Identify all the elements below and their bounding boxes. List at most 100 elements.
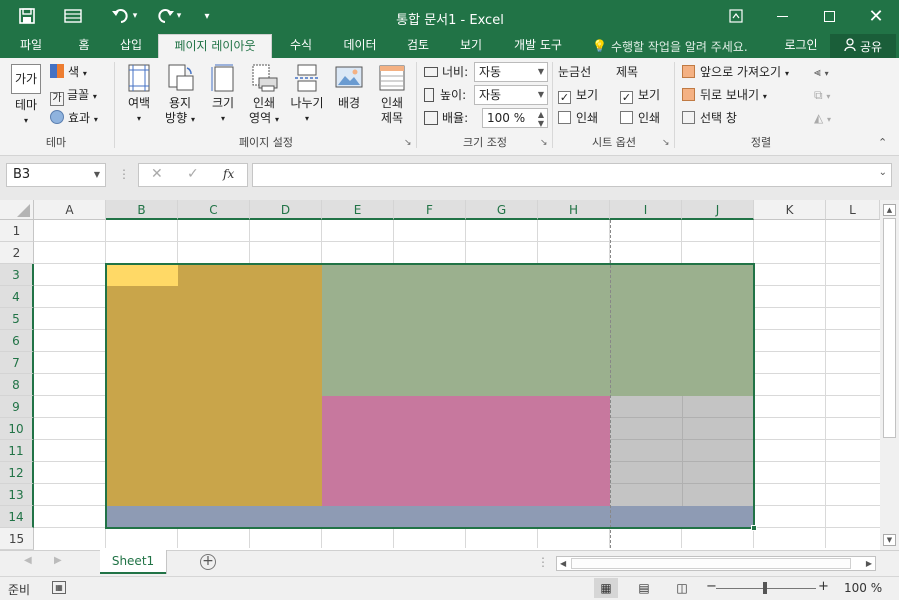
theme-fonts-button[interactable]: 가 글꼴 ▾ (50, 85, 97, 106)
column-header[interactable]: I (610, 200, 682, 220)
vertical-scrollbar[interactable]: ▲ ▼ (880, 200, 899, 550)
zoom-in-icon[interactable]: + (818, 579, 829, 594)
next-sheet-icon[interactable]: ▶ (54, 555, 62, 566)
column-header[interactable]: H (538, 200, 610, 220)
headings-view-checkbox[interactable]: ✓ 보기 (620, 85, 660, 105)
dialog-launcher-icon[interactable]: ↘ (404, 138, 412, 148)
tab-formulas[interactable]: 수식 (280, 34, 322, 58)
insert-function-icon[interactable]: fx (223, 167, 234, 181)
row-header[interactable]: 15 (0, 528, 34, 550)
row-header[interactable]: 2 (0, 242, 34, 264)
row-header[interactable]: 12 (0, 462, 34, 484)
redo-icon[interactable]: ▾ (150, 6, 186, 26)
zoom-level[interactable]: 100 % (844, 581, 882, 595)
page-break-view-icon[interactable]: ◫ (670, 578, 694, 598)
scroll-up-icon[interactable]: ▲ (883, 204, 896, 216)
tab-page-layout[interactable]: 페이지 레이아웃 (158, 34, 272, 58)
normal-view-icon[interactable]: ▦ (594, 578, 618, 598)
theme-effects-button[interactable]: 효과 ▾ (50, 108, 98, 128)
headings-print-checkbox[interactable]: 인쇄 (620, 108, 660, 128)
row-header[interactable]: 8 (0, 374, 34, 396)
bring-forward-button[interactable]: 앞으로 가져오기 ▾ (682, 62, 789, 82)
row-header[interactable]: 3 (0, 264, 34, 286)
row-header[interactable]: 1 (0, 220, 34, 242)
height-select[interactable]: 자동 ▼ (474, 85, 548, 105)
customize-icon[interactable]: ▾ (198, 6, 216, 26)
row-header[interactable]: 10 (0, 418, 34, 440)
scroll-thumb[interactable] (883, 218, 896, 438)
scroll-left-icon[interactable]: ◀ (560, 557, 566, 570)
column-header[interactable]: L (826, 200, 880, 220)
splitter-icon[interactable]: ⋮ (537, 555, 549, 569)
margins-button[interactable]: 여백 ▾ (120, 64, 158, 126)
themes-button[interactable]: 가가 테마 ▾ (6, 64, 46, 128)
expand-formula-icon[interactable]: ⌄ (879, 167, 887, 178)
scroll-thumb[interactable] (571, 558, 851, 569)
macro-record-icon[interactable]: ▦ (52, 581, 66, 594)
horizontal-scrollbar[interactable]: ◀ ▶ (556, 556, 876, 571)
spinner-icon[interactable]: ▲ ▼ (538, 110, 544, 128)
zoom-slider-thumb[interactable] (763, 582, 767, 594)
scroll-right-icon[interactable]: ▶ (866, 557, 872, 570)
row-header[interactable]: 13 (0, 484, 34, 506)
tab-developer[interactable]: 개발 도구 (504, 34, 572, 58)
page-layout-view-icon[interactable]: ▤ (632, 578, 656, 598)
column-header[interactable]: D (250, 200, 322, 220)
cancel-icon[interactable]: ✕ (151, 166, 163, 182)
tell-me-box[interactable]: 💡 수행할 작업을 알려 주세요. (592, 37, 748, 55)
column-header[interactable]: C (178, 200, 250, 220)
column-header[interactable]: E (322, 200, 394, 220)
row-header[interactable]: 14 (0, 506, 34, 528)
tab-view[interactable]: 보기 (450, 34, 492, 58)
row-header[interactable]: 5 (0, 308, 34, 330)
selection-pane-button[interactable]: 선택 창 (682, 108, 737, 128)
send-backward-button[interactable]: 뒤로 보내기 ▾ (682, 85, 767, 105)
column-header[interactable]: J (682, 200, 754, 220)
tab-insert[interactable]: 삽입 (110, 34, 152, 58)
scale-spinner[interactable]: 100 % ▲ ▼ (482, 108, 548, 128)
background-button[interactable]: 배경 (330, 64, 368, 111)
save-icon[interactable] (14, 6, 40, 26)
collapse-ribbon-icon[interactable]: ⌃ (878, 136, 887, 149)
gridlines-print-checkbox[interactable]: 인쇄 (558, 108, 598, 128)
cell-grid[interactable] (34, 220, 880, 548)
align-icon[interactable]: ⫷ ▾ (814, 62, 829, 82)
theme-colors-button[interactable]: 색 ▾ (50, 62, 87, 82)
orientation-button[interactable]: 용지 방향 ▾ (160, 64, 200, 127)
column-header[interactable]: B (106, 200, 178, 220)
scroll-down-icon[interactable]: ▼ (883, 534, 896, 546)
row-header[interactable]: 6 (0, 330, 34, 352)
column-header[interactable]: G (466, 200, 538, 220)
zoom-out-icon[interactable]: − (706, 579, 717, 594)
name-box[interactable]: B3 ▼ (6, 163, 106, 187)
column-header[interactable]: A (34, 200, 106, 220)
row-header[interactable]: 11 (0, 440, 34, 462)
drag-handle-icon[interactable]: ⋮ (118, 167, 130, 181)
maximize-icon[interactable] (817, 6, 841, 26)
minimize-icon[interactable] (770, 6, 794, 26)
column-header[interactable]: K (754, 200, 826, 220)
print-titles-button[interactable]: 인쇄 제목 (372, 64, 412, 126)
size-button[interactable]: 크기 ▾ (204, 64, 242, 126)
width-select[interactable]: 자동 ▼ (474, 62, 548, 82)
undo-icon[interactable]: ▾ (106, 6, 142, 26)
tab-file[interactable]: 파일 (8, 34, 54, 58)
tab-home[interactable]: 홈 (66, 34, 102, 58)
sheet-tab[interactable]: Sheet1 (100, 550, 166, 574)
add-sheet-icon[interactable]: + (200, 554, 216, 570)
gridlines-view-checkbox[interactable]: ✓ 보기 (558, 85, 598, 105)
enter-icon[interactable]: ✓ (187, 166, 199, 182)
ribbon-display-icon[interactable] (724, 6, 748, 26)
close-icon[interactable]: ✕ (864, 6, 888, 27)
prev-sheet-icon[interactable]: ◀ (24, 555, 32, 566)
login-link[interactable]: 로그인 (776, 34, 826, 58)
tab-data[interactable]: 데이터 (334, 34, 386, 58)
row-header[interactable]: 7 (0, 352, 34, 374)
dialog-launcher-icon[interactable]: ↘ (540, 138, 548, 148)
tab-review[interactable]: 검토 (396, 34, 440, 58)
breaks-button[interactable]: 나누기 ▾ (286, 64, 328, 126)
column-header[interactable]: F (394, 200, 466, 220)
formula-input[interactable]: ⌄ (252, 163, 892, 187)
fill-handle[interactable] (751, 525, 757, 531)
dialog-launcher-icon[interactable]: ↘ (662, 138, 670, 148)
